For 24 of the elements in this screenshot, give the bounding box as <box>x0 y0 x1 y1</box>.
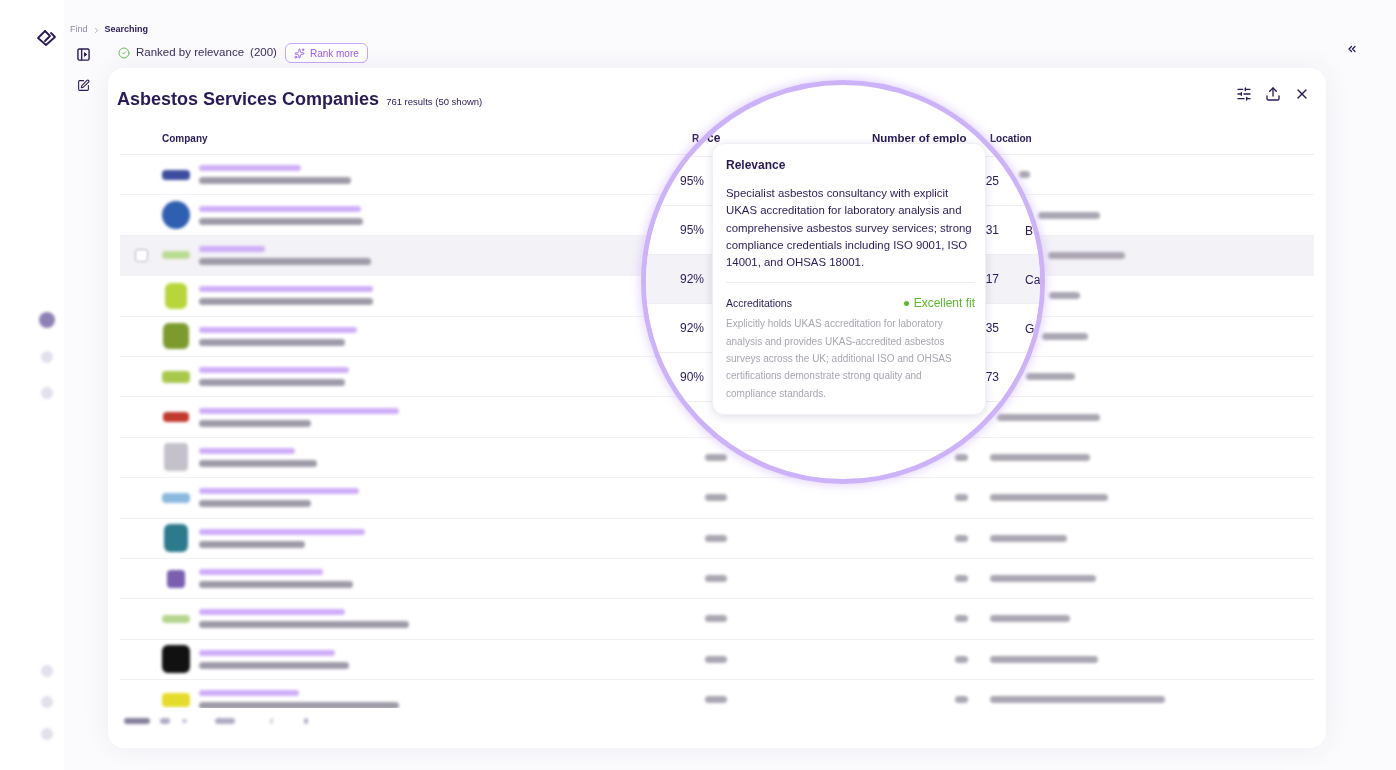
ranking-count: (200) <box>250 45 277 61</box>
criterion-name: Accreditations <box>726 295 792 311</box>
criterion-explanation: Explicitly holds UKAS accreditation for laboratory analysis and provides UKAS-accredited asbestos surveys across the UK; additional ISO and OHSAS certifications demonstrate strong quality and compliance standards. <box>726 317 953 401</box>
relevance-score: 95% <box>679 173 704 190</box>
location-text: B <box>1025 224 1033 238</box>
results-title: Asbestos Services Companies <box>117 88 380 111</box>
column-header: ce <box>707 130 721 146</box>
employee-count: 35 <box>985 320 999 337</box>
results-summary: 761 results (50 shown) <box>386 95 483 109</box>
relevance-score: 92% <box>679 271 704 288</box>
relevance-score: 90% <box>679 369 704 386</box>
employee-count: 73 <box>985 369 999 386</box>
location-text: Ca <box>1025 273 1040 287</box>
employee-count: 25 <box>985 173 999 190</box>
fit-rating: Excellent fit <box>913 295 975 313</box>
relevance-summary: Specialist asbestos consultancy with explicit UKAS accreditation for laboratory analysis and comprehensive asbestos survey services; strong compliance credentials including ISO 9001, ISO 14001, and OHSAS 18001. <box>726 186 973 271</box>
tooltip-title: Relevance <box>726 157 787 173</box>
column-header: Number of emplo <box>872 131 967 146</box>
ranking-label: Ranked by relevance <box>136 45 245 61</box>
location-text: G <box>1025 322 1035 336</box>
relevance-score: 92% <box>679 320 704 337</box>
relevance-score: 95% <box>679 222 704 239</box>
employee-count: 17 <box>985 271 999 288</box>
employee-count: 31 <box>985 222 999 239</box>
